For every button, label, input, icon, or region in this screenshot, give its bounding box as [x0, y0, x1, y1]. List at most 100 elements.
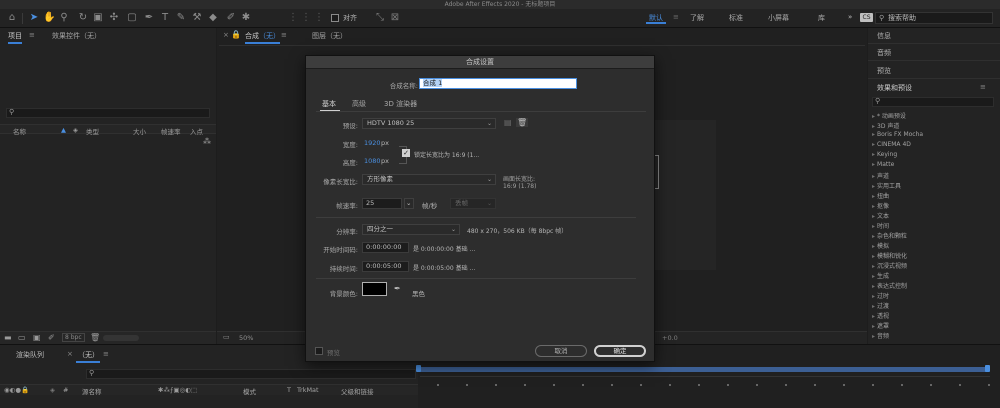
- expand-triangle-icon[interactable]: ▸: [872, 131, 875, 138]
- clone-stamp-tool-icon[interactable]: ⚒: [191, 12, 203, 24]
- expand-triangle-icon[interactable]: ▸: [872, 233, 875, 240]
- expand-triangle-icon[interactable]: ▸: [872, 253, 875, 260]
- tab-effect-controls[interactable]: 效果控件（无）: [52, 31, 101, 41]
- tab-render-queue[interactable]: 渲染队列: [16, 350, 44, 360]
- preset-select[interactable]: HDTV 1080 25 ⌄: [362, 118, 496, 129]
- effects-category-item[interactable]: ▸ 透视: [872, 311, 889, 320]
- timeline-search-input[interactable]: ⚲: [86, 369, 416, 379]
- effects-category-item[interactable]: ▸ 时间: [872, 221, 889, 230]
- expand-triangle-icon[interactable]: ▸: [872, 283, 875, 290]
- tab-timeline-comp[interactable]: （无）: [78, 350, 99, 360]
- effects-category-item[interactable]: ▸ 抠像: [872, 201, 889, 210]
- effects-category-item[interactable]: ▸ CINEMA 4D: [872, 141, 911, 148]
- rectangle-tool-icon[interactable]: ▢: [126, 12, 138, 24]
- av-features-icons[interactable]: ◉◐●🔒: [4, 386, 29, 394]
- pen-tool-icon[interactable]: ✒: [143, 12, 155, 24]
- work-area-start-handle[interactable]: [416, 365, 421, 372]
- project-panel-menu-icon[interactable]: ≡: [29, 31, 35, 39]
- bg-color-swatch[interactable]: [362, 282, 387, 296]
- adjust-icon[interactable]: ✐: [48, 333, 55, 342]
- expand-triangle-icon[interactable]: ▸: [872, 263, 875, 270]
- effects-category-item[interactable]: ▸ 表达式控制: [872, 281, 907, 290]
- effects-category-item[interactable]: ▸ * 动画预设: [872, 111, 906, 120]
- effects-category-item[interactable]: ▸ Boris FX Mocha: [872, 131, 923, 138]
- expand-triangle-icon[interactable]: ▸: [872, 113, 875, 120]
- workspace-library[interactable]: 库: [818, 13, 825, 23]
- snap-checkbox[interactable]: [331, 14, 339, 22]
- width-value[interactable]: 1920: [364, 139, 381, 147]
- camera-tool-icon[interactable]: ▣: [92, 12, 104, 24]
- effects-category-item[interactable]: ▸ 声道: [872, 171, 889, 180]
- expand-triangle-icon[interactable]: ▸: [872, 223, 875, 230]
- effects-category-item[interactable]: ▸ 遮罩: [872, 321, 889, 330]
- label-icon[interactable]: ◈: [73, 126, 78, 134]
- always-preview-icon[interactable]: ▭: [223, 333, 230, 341]
- thumbnail-slider[interactable]: [103, 335, 139, 341]
- comp-panel-menu-icon[interactable]: ≡: [281, 31, 287, 39]
- tab-advanced[interactable]: 高级: [352, 99, 366, 109]
- column-frame-rate[interactable]: 帧速率: [161, 126, 181, 136]
- selection-tool-icon[interactable]: ➤: [28, 12, 40, 24]
- cancel-button[interactable]: 取消: [535, 345, 587, 357]
- sort-asc-icon[interactable]: ▲: [61, 126, 66, 134]
- column-number[interactable]: #: [63, 386, 68, 394]
- expand-triangle-icon[interactable]: ▸: [872, 303, 875, 310]
- expand-triangle-icon[interactable]: ▸: [872, 151, 875, 158]
- pixel-aspect-select[interactable]: 方形像素 ⌄: [362, 174, 496, 185]
- workspace-more-icon[interactable]: »: [848, 13, 852, 21]
- height-value[interactable]: 1080: [364, 157, 381, 165]
- effects-panel-menu-icon[interactable]: ≡: [980, 83, 986, 91]
- label-column-icon[interactable]: ◈: [50, 386, 55, 394]
- help-search-input[interactable]: ⚲ 搜索帮助: [875, 12, 993, 24]
- puppet-tool-icon[interactable]: ✱: [240, 12, 252, 24]
- column-source-name[interactable]: 源名称: [82, 386, 102, 396]
- expand-triangle-icon[interactable]: ▸: [872, 123, 875, 130]
- brush-tool-icon[interactable]: ✎: [175, 12, 187, 24]
- effects-search-input[interactable]: ⚲: [872, 97, 994, 107]
- bpc-label[interactable]: 8 bpc: [62, 333, 85, 342]
- expand-triangle-icon[interactable]: ▸: [872, 323, 875, 330]
- expand-triangle-icon[interactable]: ▸: [872, 203, 875, 210]
- work-area-end-handle[interactable]: [985, 365, 990, 372]
- close-icon[interactable]: ×: [223, 31, 229, 39]
- expand-triangle-icon[interactable]: ▸: [872, 243, 875, 250]
- workspace-standard[interactable]: 标准: [729, 13, 743, 23]
- info-panel-tab[interactable]: 信息: [877, 31, 891, 41]
- hand-tool-icon[interactable]: ✋: [43, 12, 55, 24]
- rotate-tool-icon[interactable]: ↻: [77, 12, 89, 24]
- effects-category-item[interactable]: ▸ 音频: [872, 331, 889, 340]
- effects-category-item[interactable]: ▸ Keying: [872, 151, 897, 158]
- column-trkmat[interactable]: TrkMat: [297, 386, 319, 394]
- effects-presets-panel-tab[interactable]: 效果和预设: [877, 83, 912, 93]
- resolution-select[interactable]: 四分之一 ⌄: [362, 224, 460, 235]
- expand-triangle-icon[interactable]: ▸: [872, 213, 875, 220]
- expand-triangle-icon[interactable]: ▸: [872, 183, 875, 190]
- tab-composition[interactable]: 合成（无）: [245, 31, 280, 44]
- expand-triangle-icon[interactable]: ▸: [872, 161, 875, 168]
- fps-dropdown[interactable]: ⌄: [404, 198, 414, 209]
- exposure-value[interactable]: +0.0: [662, 334, 678, 342]
- delete-icon[interactable]: 🗑: [90, 333, 100, 342]
- preview-checkbox[interactable]: [315, 347, 323, 355]
- cloud-sync-icon[interactable]: CS: [860, 13, 873, 22]
- eyedropper-icon[interactable]: ✒: [394, 284, 401, 293]
- snap-options-icon[interactable]: ⤡: [374, 12, 386, 24]
- effects-category-item[interactable]: ▸ 生成: [872, 271, 889, 280]
- start-timecode-input[interactable]: 0:00:00:00: [362, 242, 409, 253]
- column-t[interactable]: T: [287, 386, 291, 394]
- workspace-learn[interactable]: 了解: [690, 13, 704, 23]
- column-name[interactable]: 名称: [13, 126, 26, 136]
- effects-category-item[interactable]: ▸ 文本: [872, 211, 889, 220]
- effects-category-item[interactable]: ▸ 过渡: [872, 301, 889, 310]
- ok-button[interactable]: 确定: [594, 345, 646, 357]
- pan-behind-tool-icon[interactable]: ✣: [108, 12, 120, 24]
- lock-aspect-checkbox[interactable]: ✓: [402, 149, 410, 157]
- column-in-point[interactable]: 入点: [190, 126, 203, 136]
- expand-triangle-icon[interactable]: ▸: [872, 333, 875, 340]
- effects-category-item[interactable]: ▸ 3D 声道: [872, 121, 899, 130]
- home-icon[interactable]: ⌂: [6, 12, 18, 24]
- eraser-tool-icon[interactable]: ◆: [207, 12, 219, 24]
- effects-category-item[interactable]: ▸ Matte: [872, 161, 894, 168]
- column-parent[interactable]: 父级和链接: [341, 386, 374, 396]
- workspace-small-screen[interactable]: 小屏幕: [768, 13, 789, 23]
